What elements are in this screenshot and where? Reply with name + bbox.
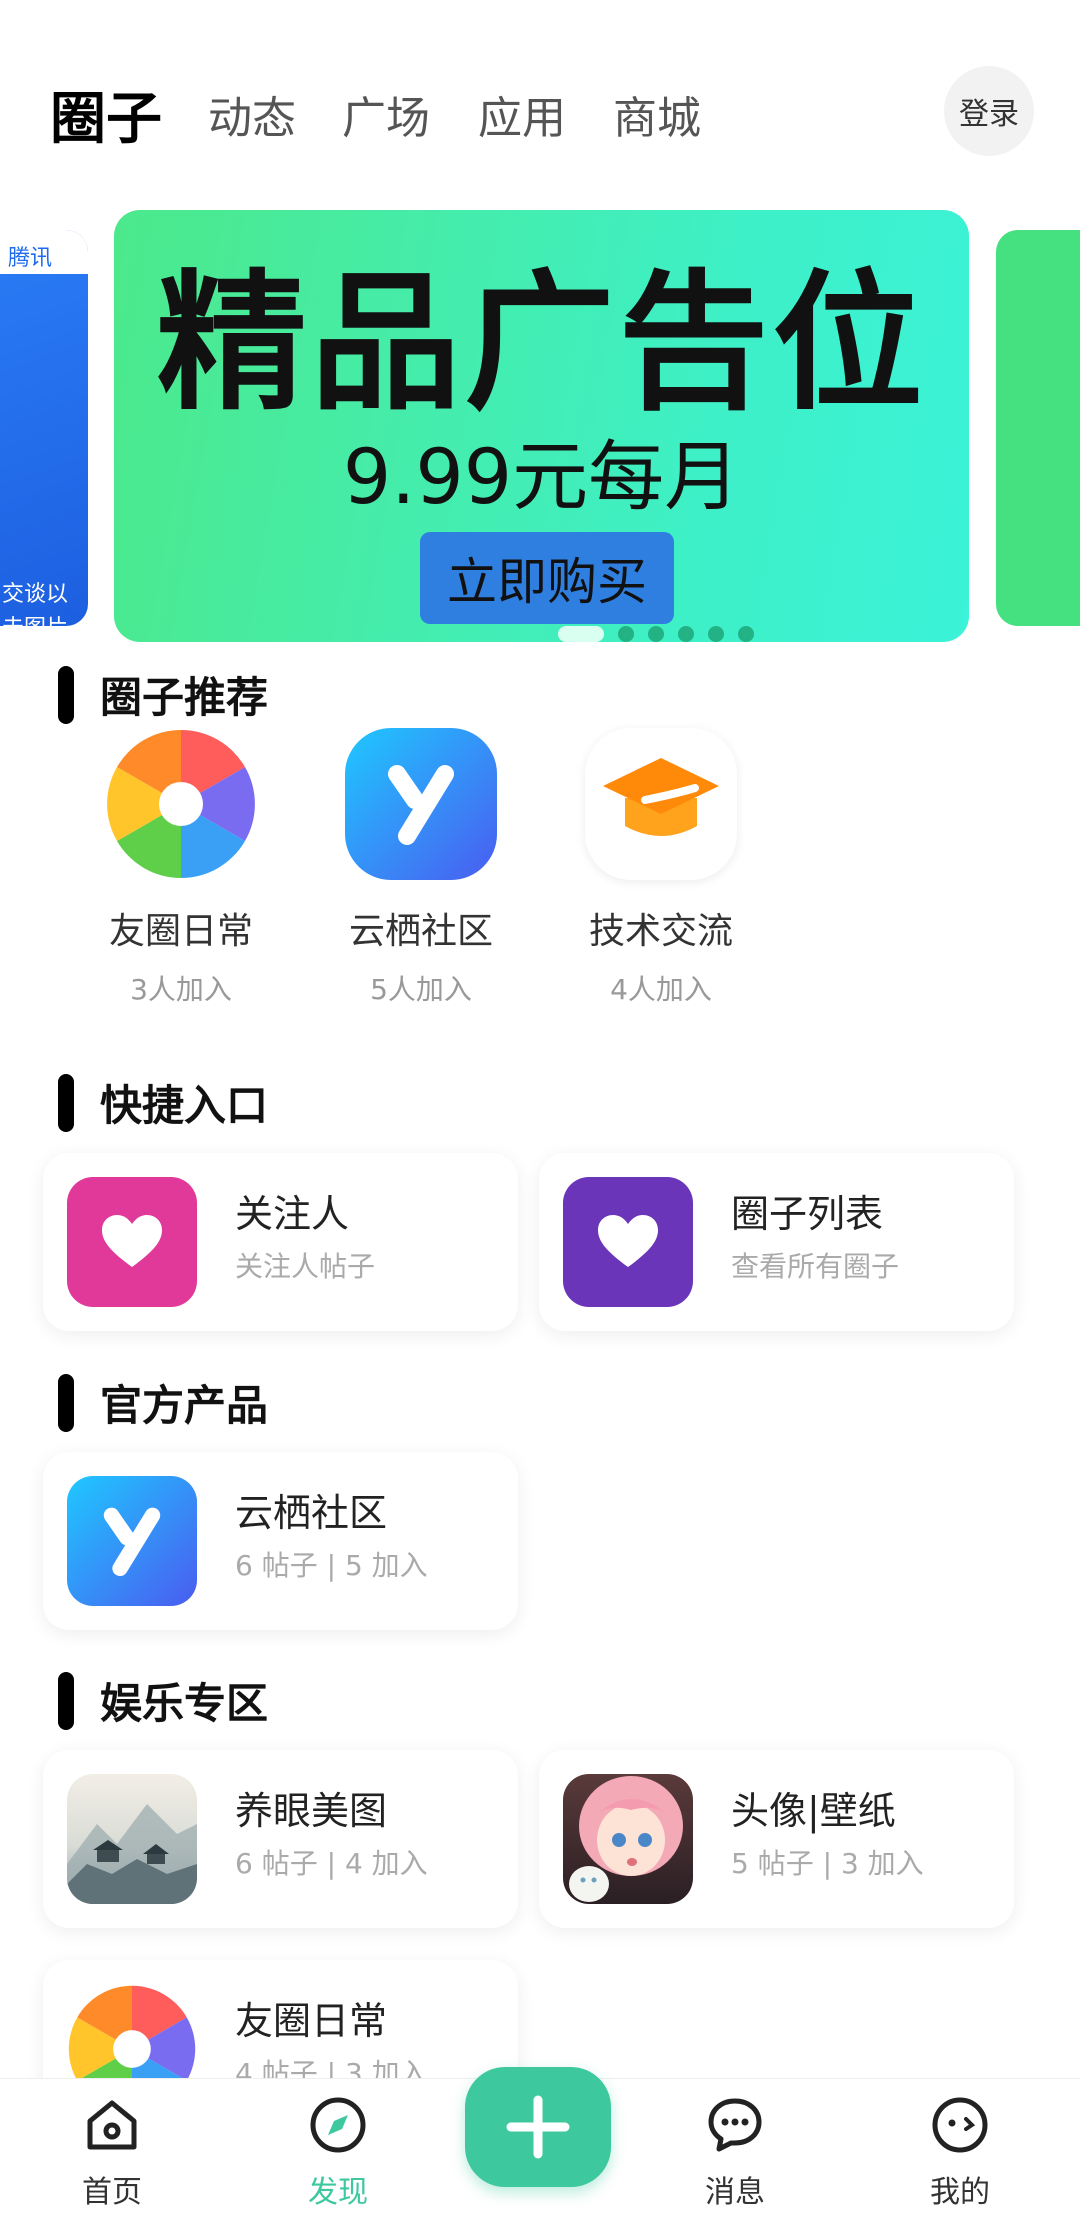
card-title: 养眼美图 <box>235 1789 388 1833</box>
recommend-item[interactable]: 友圈日常 3人加入 <box>91 728 271 1008</box>
carousel-dot <box>738 626 754 642</box>
y-logo-icon <box>345 728 497 880</box>
banner-prev-text: 交谈以 <box>2 582 69 607</box>
banner-prev-text-2: 击图片 <box>2 610 68 626</box>
nav-label: 我的 <box>930 2175 990 2210</box>
aperture-icon <box>105 728 257 880</box>
tab-apps[interactable]: 应用 <box>478 82 566 146</box>
banner-carousel[interactable]: 腾讯 交谈以 击图片 精品广告位 9.99元每月 立即购买 <box>0 208 1080 648</box>
section-marker <box>58 1671 74 1730</box>
tab-square[interactable]: 广场 <box>342 82 430 146</box>
recommend-item[interactable]: 技术交流 4人加入 <box>571 728 751 1008</box>
carousel-dot <box>618 626 634 642</box>
compass-icon <box>310 2097 366 2153</box>
top-tab-bar: 圈子 动态 广场 应用 商城 登录 <box>0 60 1080 170</box>
nav-label: 发现 <box>308 2175 368 2210</box>
section-title: 娱乐专区 <box>100 1679 269 1728</box>
card-subtitle: 6 帖子 | 5 加入 <box>235 1549 428 1582</box>
recommend-name: 云栖社区 <box>348 911 493 952</box>
section-title: 快捷入口 <box>100 1081 269 1130</box>
card-title: 友圈日常 <box>235 1999 388 2043</box>
section-marker <box>58 1373 74 1432</box>
bottom-navigation: 首页 发现 消息 我的 <box>0 2067 1080 2223</box>
carousel-dot-active <box>558 626 604 642</box>
nav-label: 首页 <box>82 2175 142 2210</box>
create-post-button[interactable] <box>465 2067 611 2187</box>
section-official: 官方产品 <box>58 1372 268 1433</box>
recommend-name: 友圈日常 <box>108 911 253 952</box>
banner-title: 精品广告位 <box>156 257 927 431</box>
heart-icon <box>67 1177 197 1307</box>
nav-home[interactable]: 首页 <box>52 2095 172 2211</box>
home-icon <box>87 2100 137 2150</box>
smile-face-icon <box>932 2097 988 2153</box>
nav-messages[interactable]: 消息 <box>675 2095 795 2211</box>
section-marker <box>58 665 74 724</box>
buy-now-button[interactable]: 立即购买 <box>420 532 674 624</box>
card-title: 圈子列表 <box>731 1192 884 1236</box>
chat-icon <box>708 2098 762 2152</box>
tab-dynamics[interactable]: 动态 <box>208 82 296 146</box>
recommend-count: 5人加入 <box>370 973 472 1006</box>
section-shortcuts: 快捷入口 <box>58 1072 268 1133</box>
card-title: 关注人 <box>235 1192 350 1236</box>
tab-mall[interactable]: 商城 <box>613 82 701 146</box>
carousel-dot <box>708 626 724 642</box>
banner-next-slide[interactable] <box>996 230 1080 626</box>
nav-label: 消息 <box>705 2175 765 2210</box>
y-logo-icon <box>67 1476 197 1606</box>
banner-prev-tag: 腾讯 <box>0 230 88 274</box>
banner-subtitle: 9.99元每月 <box>342 432 741 521</box>
official-card-yunqi[interactable]: 云栖社区 6 帖子 | 5 加入 <box>43 1452 518 1630</box>
shortcut-card-following[interactable]: 关注人 关注人帖子 <box>43 1153 518 1331</box>
card-subtitle: 5 帖子 | 3 加入 <box>731 1847 924 1880</box>
section-title: 圈子推荐 <box>100 673 269 722</box>
recommend-count: 3人加入 <box>130 973 232 1006</box>
banner-prev-slide[interactable]: 腾讯 交谈以 击图片 <box>0 230 88 626</box>
section-entertainment: 娱乐专区 <box>58 1670 268 1731</box>
tab-circle[interactable]: 圈子 <box>50 74 162 155</box>
carousel-dot <box>648 626 664 642</box>
card-subtitle: 6 帖子 | 4 加入 <box>235 1847 428 1880</box>
carousel-indicator <box>558 626 754 642</box>
login-button[interactable]: 登录 <box>944 66 1034 156</box>
shortcut-card-circle-list[interactable]: 圈子列表 查看所有圈子 <box>539 1153 1014 1331</box>
carousel-dot <box>678 626 694 642</box>
section-recommend: 圈子推荐 <box>58 664 268 725</box>
landscape-image-icon <box>67 1774 197 1904</box>
card-title: 头像|壁纸 <box>731 1789 896 1833</box>
recommend-item[interactable]: 云栖社区 5人加入 <box>331 728 511 1008</box>
heart-icon <box>563 1177 693 1307</box>
anime-avatar-icon <box>563 1774 693 1904</box>
recommend-count: 4人加入 <box>610 973 712 1006</box>
banner-slide-ad[interactable]: 精品广告位 9.99元每月 立即购买 <box>114 210 969 642</box>
card-title: 云栖社区 <box>235 1491 388 1535</box>
entertainment-card[interactable]: 头像|壁纸 5 帖子 | 3 加入 <box>539 1750 1014 1928</box>
section-title: 官方产品 <box>100 1381 269 1430</box>
card-subtitle: 查看所有圈子 <box>731 1250 900 1283</box>
card-subtitle: 关注人帖子 <box>235 1250 376 1283</box>
nav-discover[interactable]: 发现 <box>278 2095 398 2211</box>
plus-icon <box>506 2095 570 2159</box>
entertainment-card[interactable]: 养眼美图 6 帖子 | 4 加入 <box>43 1750 518 1928</box>
graduation-cap-icon <box>585 728 737 880</box>
section-marker <box>58 1073 74 1132</box>
nav-profile[interactable]: 我的 <box>900 2095 1020 2211</box>
recommend-name: 技术交流 <box>588 911 733 952</box>
